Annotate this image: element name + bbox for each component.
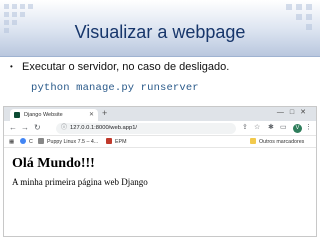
bullet-icon: • <box>10 62 13 71</box>
browser-toolbar: ← → ↻ ⓘ 127.0.0.1:8000/web.app1/ ⇪ ☆ ✱ ▭… <box>4 121 316 136</box>
slide-header: Visualizar a webpage <box>0 0 320 56</box>
window-controls[interactable]: —□✕ <box>277 108 312 116</box>
profile-avatar[interactable]: V <box>293 124 302 133</box>
puppy-icon <box>38 138 44 144</box>
page-content: Olá Mundo!!! A minha primeira página web… <box>4 148 316 236</box>
bookmark-item-3[interactable]: EPM <box>106 136 126 148</box>
close-tab-icon[interactable]: ✕ <box>89 109 94 121</box>
apps-icon[interactable]: ▦ <box>9 136 14 148</box>
forward-icon[interactable]: → <box>21 123 29 132</box>
tab-title: Django Website <box>24 112 63 118</box>
reload-icon[interactable]: ↻ <box>34 123 41 132</box>
address-bar[interactable]: ⓘ 127.0.0.1:8000/web.app1/ <box>56 123 236 134</box>
browser-window: Django Website ✕ + —□✕ ← → ↻ ⓘ 127.0.0.1… <box>3 106 317 237</box>
bullet-text: Executar o servidor, no caso de desligad… <box>22 61 230 73</box>
back-icon[interactable]: ← <box>9 123 17 132</box>
url-text: 127.0.0.1:8000/web.app1/ <box>70 125 138 131</box>
browser-tab[interactable]: Django Website ✕ <box>10 109 98 121</box>
bullet-item: • Executar o servidor, no caso de desliga… <box>10 61 229 73</box>
command-text: python manage.py runserver <box>31 82 199 94</box>
info-icon[interactable]: ⓘ <box>61 123 67 134</box>
share-icon[interactable]: ⇪ <box>242 123 248 131</box>
chrome-icon <box>20 138 26 144</box>
other-bookmarks[interactable]: Outros marcadores <box>250 136 304 148</box>
folder-icon <box>250 138 256 144</box>
bookmark-item-1[interactable]: C <box>20 136 33 148</box>
slide-title: Visualizar a webpage <box>74 22 246 42</box>
bookmark-item-2[interactable]: Puppy Linux 7.5 – 4... <box>38 136 98 148</box>
header-divider <box>0 56 320 57</box>
new-tab-button[interactable]: + <box>102 108 107 118</box>
epm-icon <box>106 138 112 144</box>
django-favicon-icon <box>14 112 20 118</box>
extensions-icon[interactable]: ✱ <box>268 123 274 131</box>
page-heading: Olá Mundo!!! <box>12 156 95 171</box>
page-paragraph: A minha primeira página web Django <box>12 177 148 187</box>
bookmark-star-icon[interactable]: ☆ <box>254 123 260 131</box>
bookmarks-bar: ▦ C Puppy Linux 7.5 – 4... EPM Outros ma… <box>4 136 316 148</box>
sidebar-icon[interactable]: ▭ <box>280 123 287 131</box>
menu-icon[interactable]: ⋮ <box>305 123 312 131</box>
tab-strip: Django Website ✕ + —□✕ <box>4 107 316 121</box>
